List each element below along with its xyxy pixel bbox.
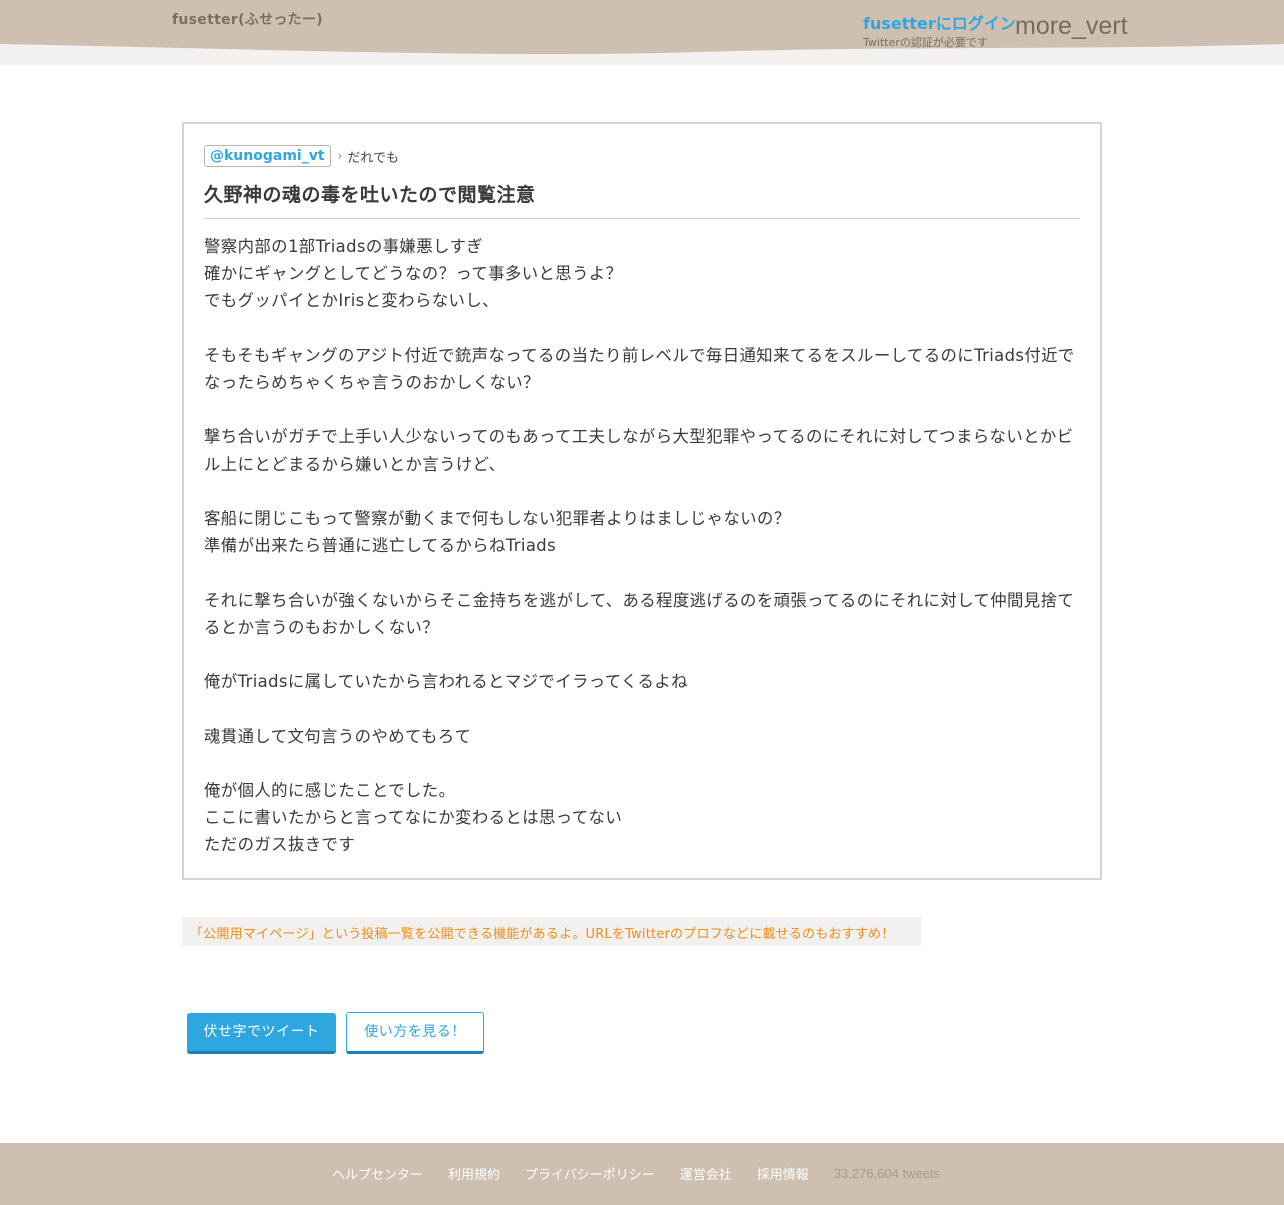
site-title[interactable]: fusetter(ふせったー) — [172, 9, 323, 29]
tweet-button[interactable]: 伏せ字でツイート — [187, 1013, 336, 1054]
body-line: なったらめちゃくちゃ言うのおかしくない？ — [204, 373, 540, 392]
body-line: 俺が個人的に感じたことでした。 — [204, 780, 456, 800]
body-line: そもそもギャングのアジト付近で銃声なってるの当たり前レベルで毎日通知来てるをスル… — [204, 345, 1075, 365]
site-footer: ヘルプセンター 利用規約 プライバシーポリシー 運営会社 採用情報 33,276,604 … — [0, 1143, 1284, 1205]
post-title: 久野神の魂の毒を吐いたので閲覧注意 — [204, 184, 536, 206]
post-card: @kunogami_vt › だれでも 久野神の魂の毒を吐いたので閲覧注意 警察… — [182, 122, 1102, 880]
body-line: でもグッパイとかIrisと変わらないし、 — [204, 291, 499, 311]
footer-link[interactable]: 利用規約 — [448, 1164, 500, 1183]
body-line: ル上にとどまるから嫌いとか言うけど、 — [204, 454, 506, 474]
body-line: ここに書いたからと言ってなにか変わるとは思ってない — [204, 808, 623, 828]
footer-links: ヘルプセンター 利用規約 プライバシーポリシー 運営会社 採用情報 33,276,604 … — [332, 1164, 940, 1183]
audience-label: だれでも — [347, 150, 399, 166]
footer-link[interactable]: プライバシーポリシー — [525, 1164, 655, 1183]
body-line: るとか言うのもおかしくない？ — [204, 617, 440, 637]
more-vert-icon[interactable]: more_vert — [1015, 12, 1128, 41]
body-line: 準備が出来たら普通に逃亡してるからねTriads — [204, 536, 557, 556]
post-meta: @kunogami_vt › だれでも — [204, 144, 399, 168]
chevron-right-icon: › — [337, 149, 343, 163]
site-header: fusetter(ふせったー) fusetterにログイン Twitterの認証… — [0, 0, 1284, 65]
footer-link[interactable]: 採用情報 — [757, 1164, 809, 1183]
post-body: 警察内部の1部Triadsの事嫌悪しすぎ確かにギャングとしてどうなの？って事多い… — [204, 233, 1082, 859]
footer-link[interactable]: ヘルプセンター — [332, 1164, 423, 1183]
body-line: それに撃ち合いが強くないからそこ金持ちを逃がして、ある程度逃げるのを頑張ってるの… — [204, 590, 1075, 610]
body-line: 撃ち合いがガチで上手い人少ないってのもあって工夫しながら大型犯罪やってるのにそれ… — [204, 427, 1074, 447]
body-line: 確かにギャングとしてどうなの？って事多いと思うよ？ — [204, 264, 623, 284]
body-line: 魂貫通して文句言うのやめてもろて — [204, 726, 472, 746]
divider — [204, 218, 1080, 219]
body-line: 俺がTriadsに属していたから言われるとマジでイラってくるよね — [204, 672, 688, 692]
howto-button[interactable]: 使い方を見る！ — [346, 1012, 484, 1054]
login-link[interactable]: fusetterにログイン — [863, 10, 1016, 34]
body-line: 客船に閉じこもって警察が動くまで何もしない犯罪者よりはましじゃないの？ — [204, 508, 791, 528]
body-line: 警察内部の1部Triadsの事嫌悪しすぎ — [204, 237, 484, 256]
tip-banner[interactable]: 「公開用マイページ」という投稿一覧を公開できる機能があるよ。URLをTwitte… — [182, 917, 921, 946]
login-note: Twitterの認証が必要です — [863, 36, 988, 49]
tweet-count: 33,276,604 tweets — [833, 1166, 941, 1181]
author-link[interactable]: @kunogami_vt — [204, 145, 331, 167]
footer-link[interactable]: 運営会社 — [680, 1164, 732, 1183]
body-line: ただのガス抜きです — [204, 835, 356, 855]
